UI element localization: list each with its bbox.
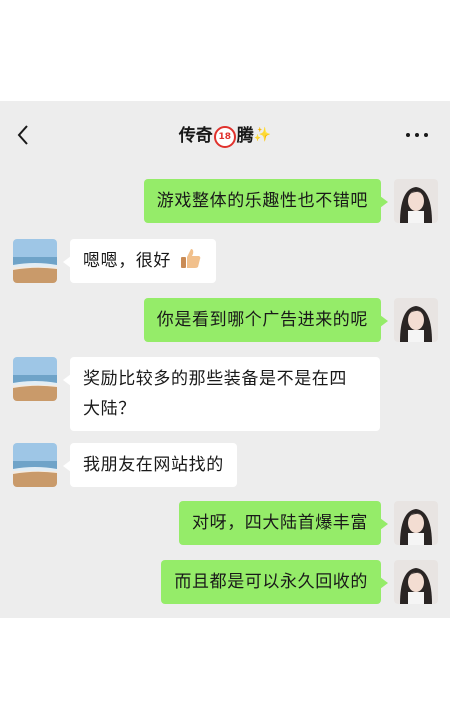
message-text-line: 奖励比较多的那些装备是不是在四 bbox=[83, 369, 347, 389]
my-avatar[interactable] bbox=[394, 560, 438, 604]
message-bubble-sent[interactable]: 对呀，四大陆首爆丰富 bbox=[179, 501, 388, 545]
chat-header: 传奇 18 腾✨ bbox=[0, 101, 450, 161]
chat-title: 传奇 18 腾✨ bbox=[0, 121, 450, 148]
message-row: 对呀，四大陆首爆丰富 bbox=[0, 501, 450, 547]
sparkles-icon: ✨ bbox=[253, 127, 272, 143]
message-text: 而且都是可以永久回收的 bbox=[174, 572, 368, 592]
age-18-badge-icon: 18 bbox=[213, 126, 236, 148]
contact-avatar[interactable] bbox=[13, 443, 57, 487]
thumbs-up-icon bbox=[181, 249, 201, 268]
chat-window: 传奇 18 腾✨ 游戏整体的乐趣性也不错吧 嗯嗯，很好 你是看到哪个广告进来的呢… bbox=[0, 101, 450, 618]
message-text: 你是看到哪个广告进来的呢 bbox=[156, 310, 368, 330]
title-text-suffix: 腾 bbox=[236, 126, 254, 146]
message-bubble-sent[interactable]: 游戏整体的乐趣性也不错吧 bbox=[143, 179, 389, 223]
message-text: 嗯嗯，很好 bbox=[83, 251, 171, 271]
message-text: 游戏整体的乐趣性也不错吧 bbox=[156, 191, 368, 211]
message-bubble-sent[interactable]: 而且都是可以永久回收的 bbox=[161, 560, 388, 604]
message-bubble-received[interactable]: 嗯嗯，很好 bbox=[62, 239, 217, 283]
message-bubble-received[interactable]: 奖励比较多的那些装备是不是在四 大陆？ bbox=[63, 357, 380, 431]
message-row: 我朋友在网站找的 bbox=[0, 443, 450, 489]
message-row: 而且都是可以永久回收的 bbox=[0, 560, 450, 606]
my-avatar[interactable] bbox=[394, 501, 438, 545]
message-row: 你是看到哪个广告进来的呢 bbox=[0, 298, 450, 344]
message-row: 奖励比较多的那些装备是不是在四 大陆？ bbox=[0, 357, 450, 433]
my-avatar[interactable] bbox=[394, 179, 438, 223]
contact-avatar[interactable] bbox=[13, 239, 57, 283]
message-bubble-received[interactable]: 我朋友在网站找的 bbox=[63, 443, 237, 487]
message-text-line: 大陆？ bbox=[83, 399, 136, 419]
message-row: 嗯嗯，很好 bbox=[0, 239, 450, 285]
message-text: 我朋友在网站找的 bbox=[83, 455, 224, 475]
more-options-icon[interactable] bbox=[406, 133, 430, 139]
contact-avatar[interactable] bbox=[13, 357, 57, 401]
message-bubble-sent[interactable]: 你是看到哪个广告进来的呢 bbox=[143, 298, 389, 342]
my-avatar[interactable] bbox=[394, 298, 438, 342]
message-row: 游戏整体的乐趣性也不错吧 bbox=[0, 179, 450, 225]
title-text: 传奇 bbox=[178, 126, 213, 146]
message-text: 对呀，四大陆首爆丰富 bbox=[192, 513, 368, 533]
